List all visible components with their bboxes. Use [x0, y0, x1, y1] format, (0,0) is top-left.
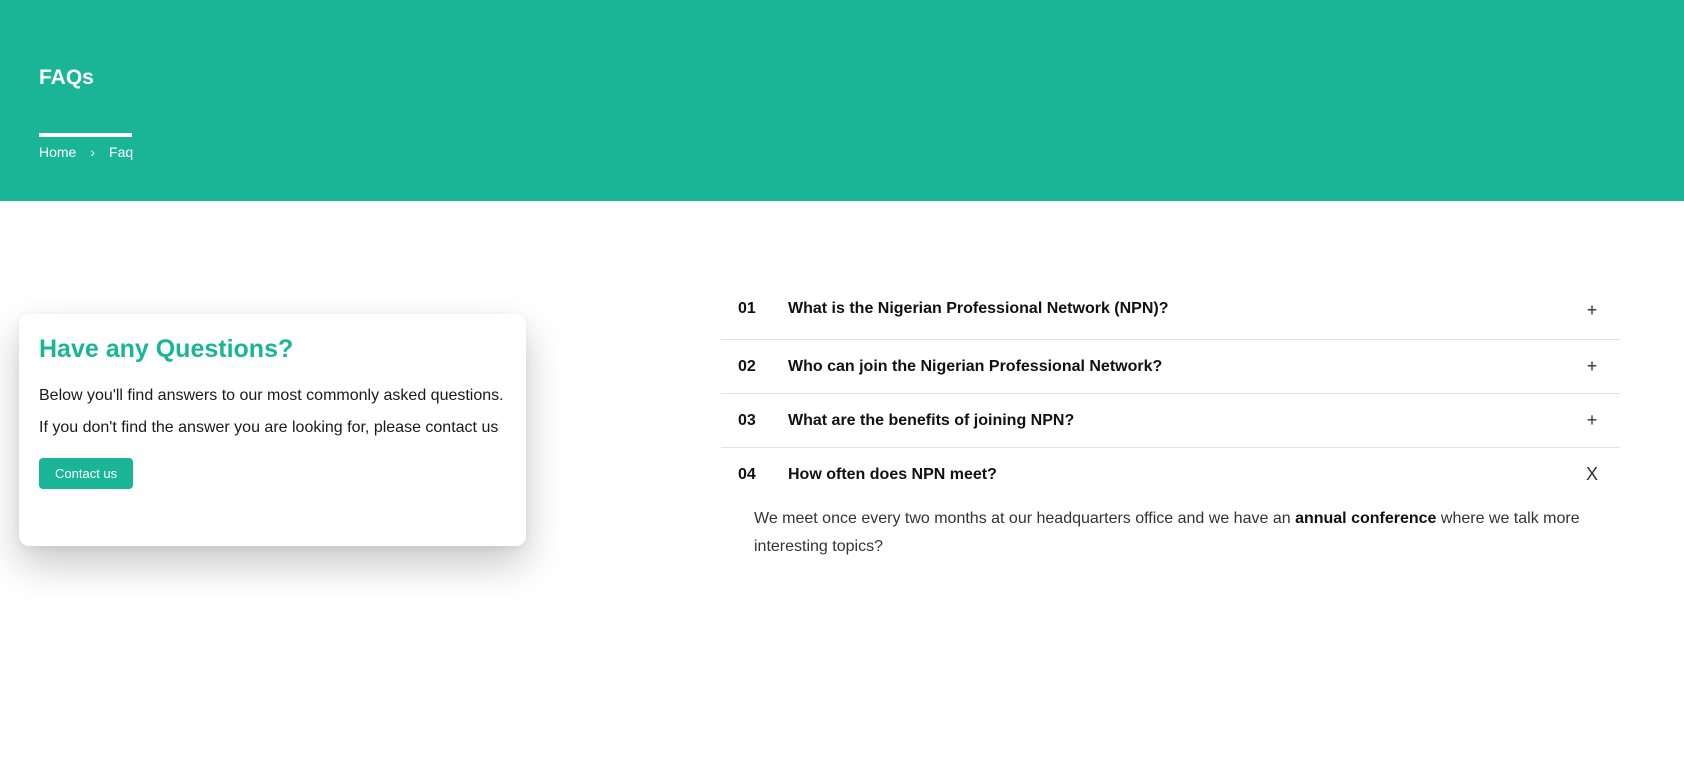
faq-number: 01 [738, 300, 756, 317]
faq-item-expanded: 04 How often does NPN meet? X We meet on… [721, 448, 1620, 579]
plus-icon[interactable]: + [1582, 300, 1602, 321]
plus-icon[interactable]: + [1582, 410, 1602, 431]
faq-item: 01 What is the Nigerian Professional Net… [721, 300, 1620, 340]
faq-question: Who can join the Nigerian Professional N… [788, 357, 1163, 375]
faq-number: 03 [738, 411, 756, 429]
title-underline [39, 133, 132, 137]
faq-list: 01 What is the Nigerian Professional Net… [721, 300, 1620, 579]
contact-us-button[interactable]: Contact us [39, 458, 134, 489]
breadcrumb-home-link[interactable]: Home [39, 144, 76, 160]
faq-question: What are the benefits of joining NPN? [788, 411, 1075, 429]
close-icon[interactable]: X [1582, 464, 1602, 485]
card-description: Below you'll find answers to our most co… [39, 387, 504, 436]
plus-icon[interactable]: + [1582, 356, 1602, 377]
faq-answer: We meet once every two months at our hea… [721, 501, 1620, 579]
page-title: FAQs [39, 66, 94, 89]
faq-item: 03 What are the benefits of joining NPN?… [721, 394, 1620, 448]
faq-question: How often does NPN meet? [788, 465, 997, 483]
faq-item: 02 Who can join the Nigerian Professiona… [721, 340, 1620, 394]
questions-card: Have any Questions? Below you'll find an… [19, 314, 526, 546]
breadcrumb-current: Faq [109, 144, 134, 160]
breadcrumb: Home › Faq [39, 144, 133, 160]
page-header: FAQs Home › Faq [0, 0, 1684, 201]
faq-question: What is the Nigerian Professional Networ… [788, 300, 1169, 317]
faq-question-toggle[interactable]: 02 Who can join the Nigerian Professiona… [721, 340, 1620, 393]
faq-question-toggle[interactable]: 01 What is the Nigerian Professional Net… [721, 300, 1620, 339]
chevron-right-icon: › [90, 144, 96, 160]
faq-answer-text: We meet once every two months at our hea… [754, 510, 1296, 527]
card-title: Have any Questions? [39, 335, 294, 363]
faq-answer-highlight: annual conference [1295, 510, 1437, 527]
faq-question-toggle[interactable]: 03 What are the benefits of joining NPN?… [721, 394, 1620, 447]
faq-question-toggle[interactable]: 04 How often does NPN meet? X [721, 448, 1620, 501]
faq-number: 02 [738, 357, 756, 375]
faq-number: 04 [738, 465, 756, 483]
